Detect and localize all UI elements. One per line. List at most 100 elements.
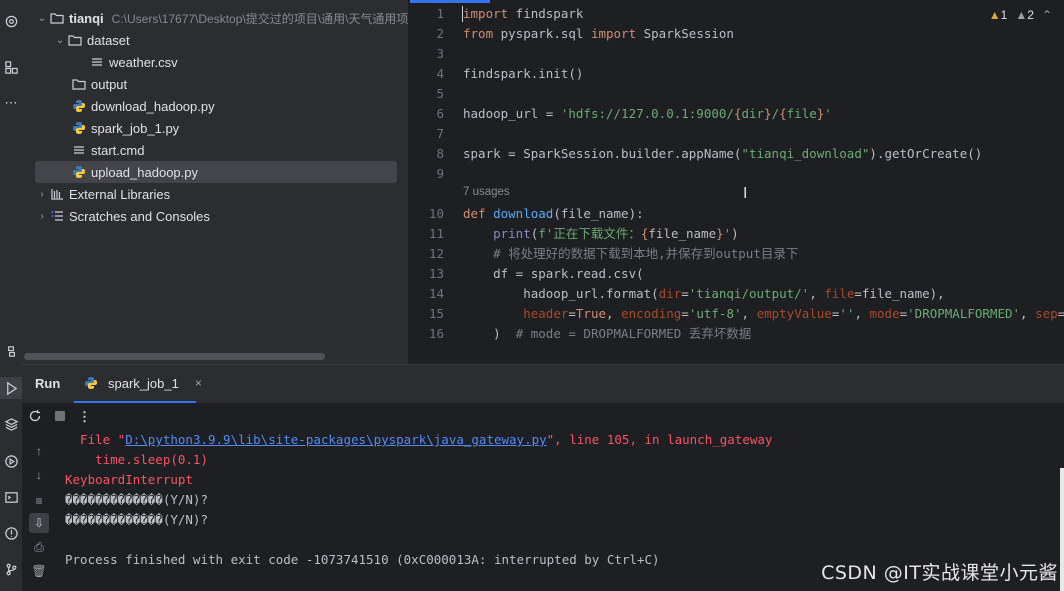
- folder-icon: [49, 10, 65, 26]
- tree-item-scratches[interactable]: › Scratches and Consoles: [35, 205, 210, 227]
- code-line-6: hadoop_url = 'hdfs://127.0.0.1:9000/{dir…: [463, 106, 832, 121]
- tree-item-label: upload_hadoop.py: [91, 164, 198, 180]
- chevron-right-icon[interactable]: ›: [35, 211, 49, 222]
- services-icon[interactable]: [0, 450, 22, 472]
- line-number: 1: [436, 6, 444, 21]
- code-line-14: hadoop_url.format(dir='tianqi/output/', …: [463, 286, 945, 301]
- tool-window-strip: ⋯: [0, 0, 22, 591]
- close-icon[interactable]: ×: [195, 376, 202, 390]
- tree-item-label: dataset: [87, 32, 130, 48]
- tree-item-output[interactable]: output: [71, 73, 127, 95]
- console-line-traceback: File "D:\python3.9.9\lib\site-packages\p…: [65, 432, 773, 447]
- code-line-1: import findspark: [463, 6, 584, 21]
- scroll-to-end-icon[interactable]: ⇩: [29, 513, 49, 533]
- tree-item-dataset[interactable]: ⌄ dataset: [53, 29, 130, 51]
- tree-item-spark-job[interactable]: spark_job_1.py: [71, 117, 179, 139]
- rerun-icon[interactable]: [28, 409, 42, 426]
- console-line-exit: Process finished with exit code -1073741…: [65, 552, 660, 567]
- soft-wrap-icon[interactable]: ≡: [29, 491, 49, 511]
- line-number: 6: [436, 106, 444, 121]
- watermark: CSDN @IT实战课堂小元酱: [821, 562, 1058, 584]
- code-line-11: print(f'正在下载文件：{file_name}'): [493, 226, 739, 241]
- more-icon[interactable]: ⋮: [78, 409, 91, 425]
- inspection-widget[interactable]: ▲1 ▲2 ⌃: [989, 8, 1052, 22]
- console-side-toolbar: ↑ ↓ ≡ ⇩ ⎙ 🗑: [22, 431, 54, 591]
- arrow-down-icon[interactable]: ↓: [29, 465, 49, 485]
- tree-item-external-libraries[interactable]: › External Libraries: [35, 183, 170, 205]
- run-tool-icon[interactable]: [0, 377, 22, 399]
- horizontal-scrollbar[interactable]: [24, 353, 325, 360]
- arrow-up-icon[interactable]: ↑: [29, 441, 49, 461]
- text-cursor-icon: I: [743, 185, 748, 202]
- more-tools-icon[interactable]: ⋯: [0, 92, 22, 114]
- run-header: Run spark_job_1 ×: [22, 365, 1064, 403]
- file-lines-icon: [71, 142, 87, 158]
- chevron-down-icon[interactable]: ⌄: [35, 13, 49, 24]
- python-icon: [71, 98, 87, 114]
- root-name: tianqi: [69, 10, 104, 26]
- tree-item-start-cmd[interactable]: start.cmd: [71, 139, 144, 161]
- tree-item-label: Scratches and Consoles: [69, 208, 210, 224]
- problems-icon[interactable]: [0, 522, 22, 544]
- python-icon: [84, 375, 98, 391]
- line-number: 16: [428, 326, 444, 341]
- line-number: 12: [428, 246, 444, 261]
- console-line-prompt-2: �������������(Y/N)?: [65, 512, 208, 527]
- tree-root[interactable]: ⌄ tianqi C:\Users\17677\Desktop\提交过的项目\通…: [35, 7, 408, 29]
- warning-count[interactable]: ▲1: [989, 8, 1008, 22]
- stop-icon[interactable]: [54, 410, 66, 425]
- line-number: 2: [436, 26, 444, 41]
- code-editor[interactable]: ▲1 ▲2 ⌃ 1 2 3 4 5 6 7 8 9 10 11 12 13 14…: [410, 0, 1064, 364]
- code-line-12: # 将处理好的数据下载到本地,并保存到output目录下: [493, 246, 799, 261]
- code-line-13: df = spark.read.csv(: [463, 266, 644, 281]
- line-number: 13: [428, 266, 444, 281]
- structure-icon[interactable]: [0, 56, 22, 78]
- console-line-sleep: time.sleep(0.1): [65, 452, 208, 467]
- line-number: 3: [436, 46, 444, 61]
- tree-item-label: External Libraries: [69, 186, 171, 202]
- run-panel: Run spark_job_1 × ⋮ ↑ ↓ ≡ ⇩ ⎙ 🗑 File "D:…: [22, 364, 1064, 591]
- chevron-down-icon[interactable]: ⌄: [53, 35, 67, 46]
- python-icon: [71, 164, 87, 180]
- folder-icon: [71, 76, 87, 92]
- tab-label: spark_job_1: [108, 375, 179, 391]
- terminal-icon[interactable]: [0, 486, 22, 508]
- git-icon[interactable]: [0, 558, 22, 580]
- trash-icon[interactable]: 🗑: [29, 561, 49, 581]
- code-line-4: findspark.init(): [463, 66, 584, 81]
- console-line-prompt-1: �������������(Y/N)?: [65, 492, 208, 507]
- weak-warning-icon: ▲: [1015, 8, 1028, 22]
- tree-item-label: output: [91, 76, 128, 92]
- file-lines-icon: [89, 54, 105, 70]
- code-line-16: ) # mode = DROPMALFORMED 丢弃坏数据: [463, 326, 752, 341]
- tree-item-upload-hadoop[interactable]: upload_hadoop.py: [35, 161, 397, 183]
- chevron-up-icon[interactable]: ⌃: [1042, 8, 1052, 22]
- weak-warning-count[interactable]: ▲2: [1015, 8, 1034, 22]
- line-number: 11: [428, 226, 444, 241]
- folder-icon: [67, 32, 83, 48]
- line-number: 15: [428, 306, 444, 321]
- traceback-file-link[interactable]: D:\python3.9.9\lib\site-packages\pyspark…: [125, 432, 546, 447]
- vertical-scrollbar[interactable]: [1060, 468, 1064, 591]
- line-number: 9: [436, 166, 444, 181]
- usages-hint[interactable]: 7 usages: [463, 186, 510, 198]
- chevron-right-icon[interactable]: ›: [35, 189, 49, 200]
- print-icon[interactable]: ⎙: [29, 537, 49, 557]
- scratches-icon: [49, 208, 65, 224]
- layers-icon[interactable]: [0, 413, 22, 435]
- python-console-icon[interactable]: [0, 340, 22, 362]
- run-toolbar: ⋮: [22, 403, 1064, 431]
- code-line-15: header=True, encoding='utf-8', emptyValu…: [523, 306, 1064, 321]
- line-number: 8: [436, 146, 444, 161]
- tree-item-weather-csv[interactable]: weather.csv: [89, 51, 178, 73]
- tree-item-download-hadoop[interactable]: download_hadoop.py: [71, 95, 215, 117]
- line-number: 14: [428, 286, 444, 301]
- python-icon: [71, 120, 87, 136]
- tab-spark-job-1[interactable]: spark_job_1 ×: [74, 365, 202, 403]
- plugins-icon[interactable]: [0, 10, 22, 32]
- line-number: 7: [436, 126, 444, 141]
- code-line-8: spark = SparkSession.builder.appName("ti…: [463, 146, 983, 161]
- code-line-2: from pyspark.sql import SparkSession: [463, 26, 734, 41]
- warning-icon: ▲: [988, 8, 1001, 22]
- line-number: 5: [436, 86, 444, 101]
